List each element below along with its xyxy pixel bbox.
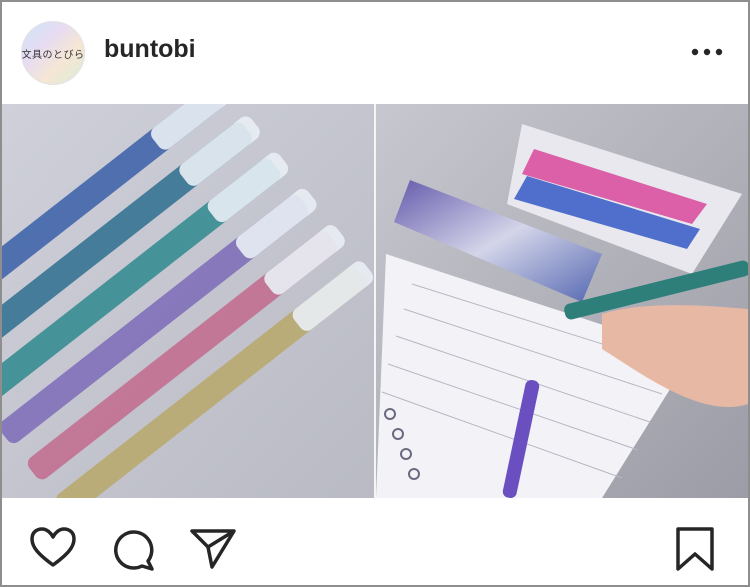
save-button[interactable] (670, 525, 720, 573)
action-bar (2, 498, 748, 585)
avatar[interactable]: 文具のとびら (21, 21, 85, 85)
heart-icon (30, 527, 76, 567)
avatar-text: 文具のとびら (21, 49, 85, 61)
share-icon (190, 529, 236, 569)
post-photo[interactable] (2, 104, 748, 498)
pens-photo (2, 104, 374, 498)
share-button[interactable] (188, 525, 238, 573)
instagram-post-card: 文具のとびら buntobi (0, 0, 750, 587)
post-header: 文具のとびら buntobi (2, 2, 748, 104)
bookmark-icon (676, 527, 714, 571)
more-horizontal-icon (691, 48, 723, 56)
username[interactable]: buntobi (104, 35, 196, 64)
notebook-photo (376, 104, 748, 498)
like-button[interactable] (28, 525, 78, 573)
more-options-button[interactable] (682, 38, 732, 66)
comment-button[interactable] (108, 525, 158, 573)
comment-icon (114, 530, 154, 571)
